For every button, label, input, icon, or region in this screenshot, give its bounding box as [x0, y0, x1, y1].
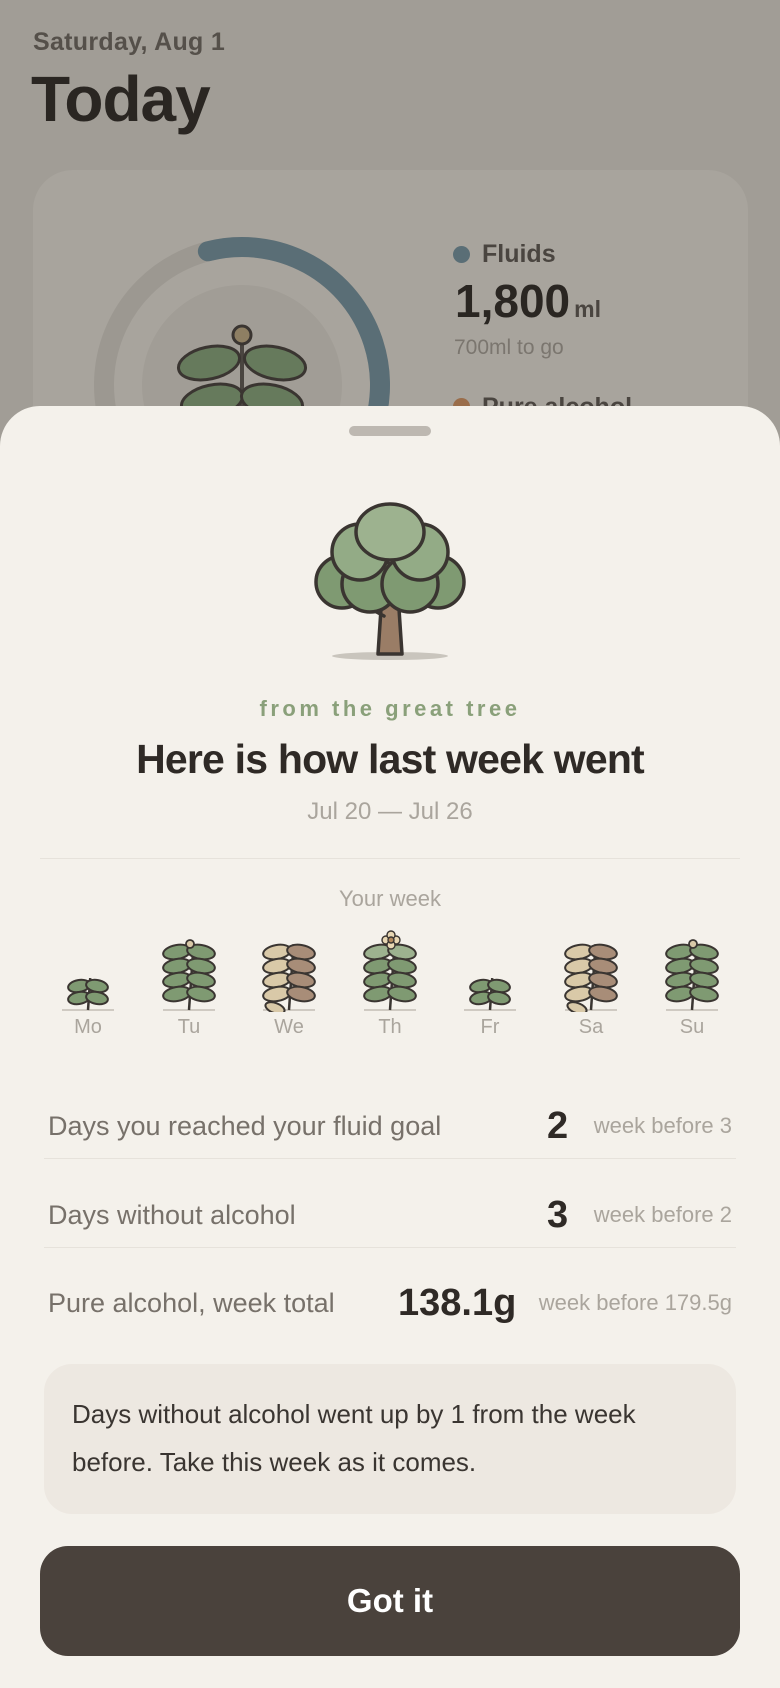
- got-it-button[interactable]: Got it: [40, 1546, 740, 1656]
- day-plant-we: [249, 916, 329, 1012]
- fluids-legend-dot: [453, 246, 470, 263]
- great-tree-icon: [314, 502, 466, 660]
- divider: [44, 1247, 736, 1248]
- day-label: Mo: [74, 1016, 102, 1038]
- flowering-plant-icon: [363, 930, 417, 1011]
- fluids-unit: ml: [574, 296, 601, 322]
- green-plant-icon: [162, 939, 216, 1011]
- day-plant-mo: [48, 916, 128, 1012]
- divider: [44, 1158, 736, 1159]
- stat-previous-week: week before 179.5g: [538, 1290, 732, 1315]
- fluids-value: 1,800 ml: [455, 274, 601, 328]
- stat-row-alcohol-free-days: Days without alcohol 3 week before 2: [48, 1171, 732, 1259]
- small-green-plant-icon: [62, 977, 114, 1011]
- day-label: Fr: [480, 1016, 500, 1038]
- insight-note: Days without alcohol went up by 1 from t…: [44, 1364, 736, 1514]
- day-plant-tu: [149, 916, 229, 1012]
- stat-previous-week: week before 2: [593, 1202, 732, 1227]
- day-plant-su: [652, 916, 732, 1012]
- day-plant-th: [350, 916, 430, 1012]
- your-week-label: Your week: [339, 886, 441, 911]
- week-date-range: Jul 20 — Jul 26: [307, 798, 473, 825]
- stat-row-alcohol-total: Pure alcohol, week total 138.1g week bef…: [48, 1259, 732, 1347]
- fluids-label: Fluids: [482, 240, 556, 268]
- fluids-amount: 1,800: [455, 275, 571, 327]
- day-label: Su: [679, 1016, 705, 1038]
- stat-value: 138.1g: [398, 1282, 517, 1324]
- day-plant-fr: [450, 916, 530, 1012]
- stat-previous-week: week before 3: [593, 1113, 732, 1138]
- sheet-grabber-handle[interactable]: [349, 426, 431, 436]
- day-label: We: [274, 1016, 304, 1038]
- stat-label: Days without alcohol: [48, 1200, 296, 1230]
- withered-plant-icon: [564, 943, 618, 1012]
- small-green-plant-icon: [464, 977, 516, 1011]
- day-label: Sa: [578, 1016, 604, 1038]
- stat-label: Days you reached your fluid goal: [48, 1111, 442, 1141]
- day-label: Th: [378, 1016, 402, 1038]
- green-plant-icon: [665, 939, 719, 1011]
- fluids-remaining: 700ml to go: [454, 336, 564, 359]
- divider: [40, 858, 740, 859]
- day-plant-sa: [551, 916, 631, 1012]
- sheet-eyebrow: from the great tree: [259, 696, 521, 721]
- stat-value: 3: [547, 1194, 569, 1236]
- day-label: Tu: [177, 1016, 201, 1038]
- stat-row-fluid-goal: Days you reached your fluid goal 2 week …: [48, 1082, 732, 1170]
- stat-value: 2: [547, 1105, 569, 1147]
- weekly-review-sheet: from the great tree Here is how last wee…: [0, 406, 780, 1688]
- stat-label: Pure alcohol, week total: [48, 1288, 335, 1318]
- withered-plant-icon: [262, 943, 316, 1012]
- today-title: Today: [31, 63, 211, 135]
- sheet-headline: Here is how last week went: [136, 736, 645, 782]
- today-date: Saturday, Aug 1: [33, 28, 226, 56]
